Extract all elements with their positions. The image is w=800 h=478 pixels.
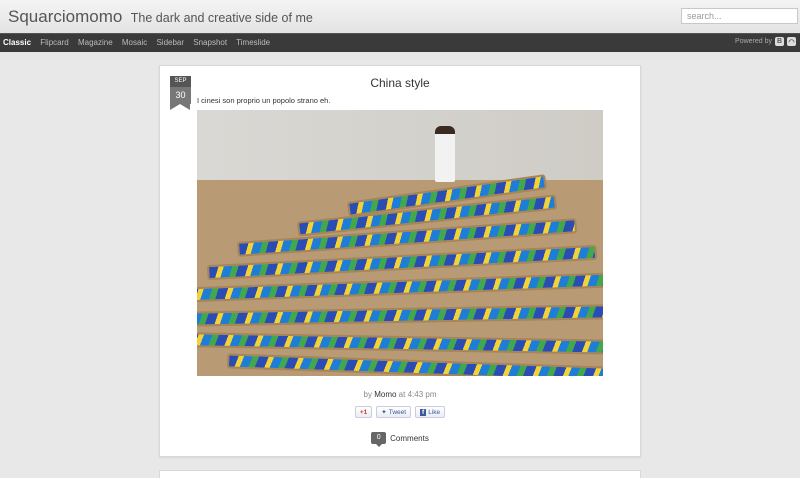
byline-prefix: by bbox=[363, 390, 372, 399]
facebook-like-button[interactable]: f Like bbox=[415, 406, 446, 418]
post-time[interactable]: 4:43 pm bbox=[408, 390, 437, 399]
post-author[interactable]: Momo bbox=[374, 390, 396, 399]
photo-person bbox=[435, 126, 455, 182]
ribbon-tail bbox=[170, 104, 190, 110]
share-buttons: +1 ✦ Tweet f Like bbox=[160, 406, 640, 418]
blogger-icon[interactable]: B bbox=[775, 37, 784, 46]
view-snapshot[interactable]: Snapshot bbox=[193, 38, 227, 47]
search-input[interactable] bbox=[681, 8, 798, 24]
blog-header: Squarciomomo The dark and creative side … bbox=[0, 0, 800, 33]
google-plus-button[interactable]: +1 bbox=[354, 406, 373, 418]
blog-brand: Squarciomomo The dark and creative side … bbox=[8, 7, 313, 27]
tweet-label: Tweet bbox=[388, 408, 407, 416]
post-photo[interactable] bbox=[197, 110, 603, 376]
view-mosaic[interactable]: Mosaic bbox=[122, 38, 147, 47]
view-magazine[interactable]: Magazine bbox=[78, 38, 113, 47]
comments-label: Comments bbox=[390, 433, 429, 443]
byline-at: at bbox=[398, 390, 406, 399]
powered-by-label: Powered by bbox=[735, 38, 772, 45]
view-sidebar[interactable]: Sidebar bbox=[156, 38, 184, 47]
view-timeslide[interactable]: Timeslide bbox=[236, 38, 270, 47]
like-label: Like bbox=[428, 408, 441, 416]
rss-icon[interactable]: ◠ bbox=[787, 37, 796, 46]
post-byline: by Momo at 4:43 pm bbox=[160, 390, 640, 399]
next-post-card bbox=[159, 470, 641, 478]
comments-link[interactable]: 0 Comments bbox=[160, 432, 640, 447]
view-links: Classic Flipcard Magazine Mosaic Sidebar… bbox=[3, 38, 277, 47]
blog-title[interactable]: Squarciomomo bbox=[8, 7, 122, 26]
twitter-bird-icon: ✦ bbox=[381, 409, 387, 416]
post-card: SEP 30 China style I cinesi son proprio … bbox=[159, 65, 641, 457]
powered-by: Powered by B ◠ bbox=[735, 37, 796, 46]
post-title[interactable]: China style bbox=[160, 76, 640, 90]
view-navbar: Classic Flipcard Magazine Mosaic Sidebar… bbox=[0, 33, 800, 52]
comment-count-icon: 0 bbox=[371, 432, 387, 447]
view-classic[interactable]: Classic bbox=[3, 38, 31, 47]
tweet-button[interactable]: ✦ Tweet bbox=[376, 406, 412, 418]
view-flipcard[interactable]: Flipcard bbox=[40, 38, 68, 47]
google-plus-label: +1 bbox=[359, 408, 368, 416]
facebook-icon: f bbox=[420, 408, 427, 416]
post-snippet: I cinesi son proprio un popolo strano eh… bbox=[197, 96, 331, 105]
blog-description: The dark and creative side of me bbox=[130, 11, 313, 25]
